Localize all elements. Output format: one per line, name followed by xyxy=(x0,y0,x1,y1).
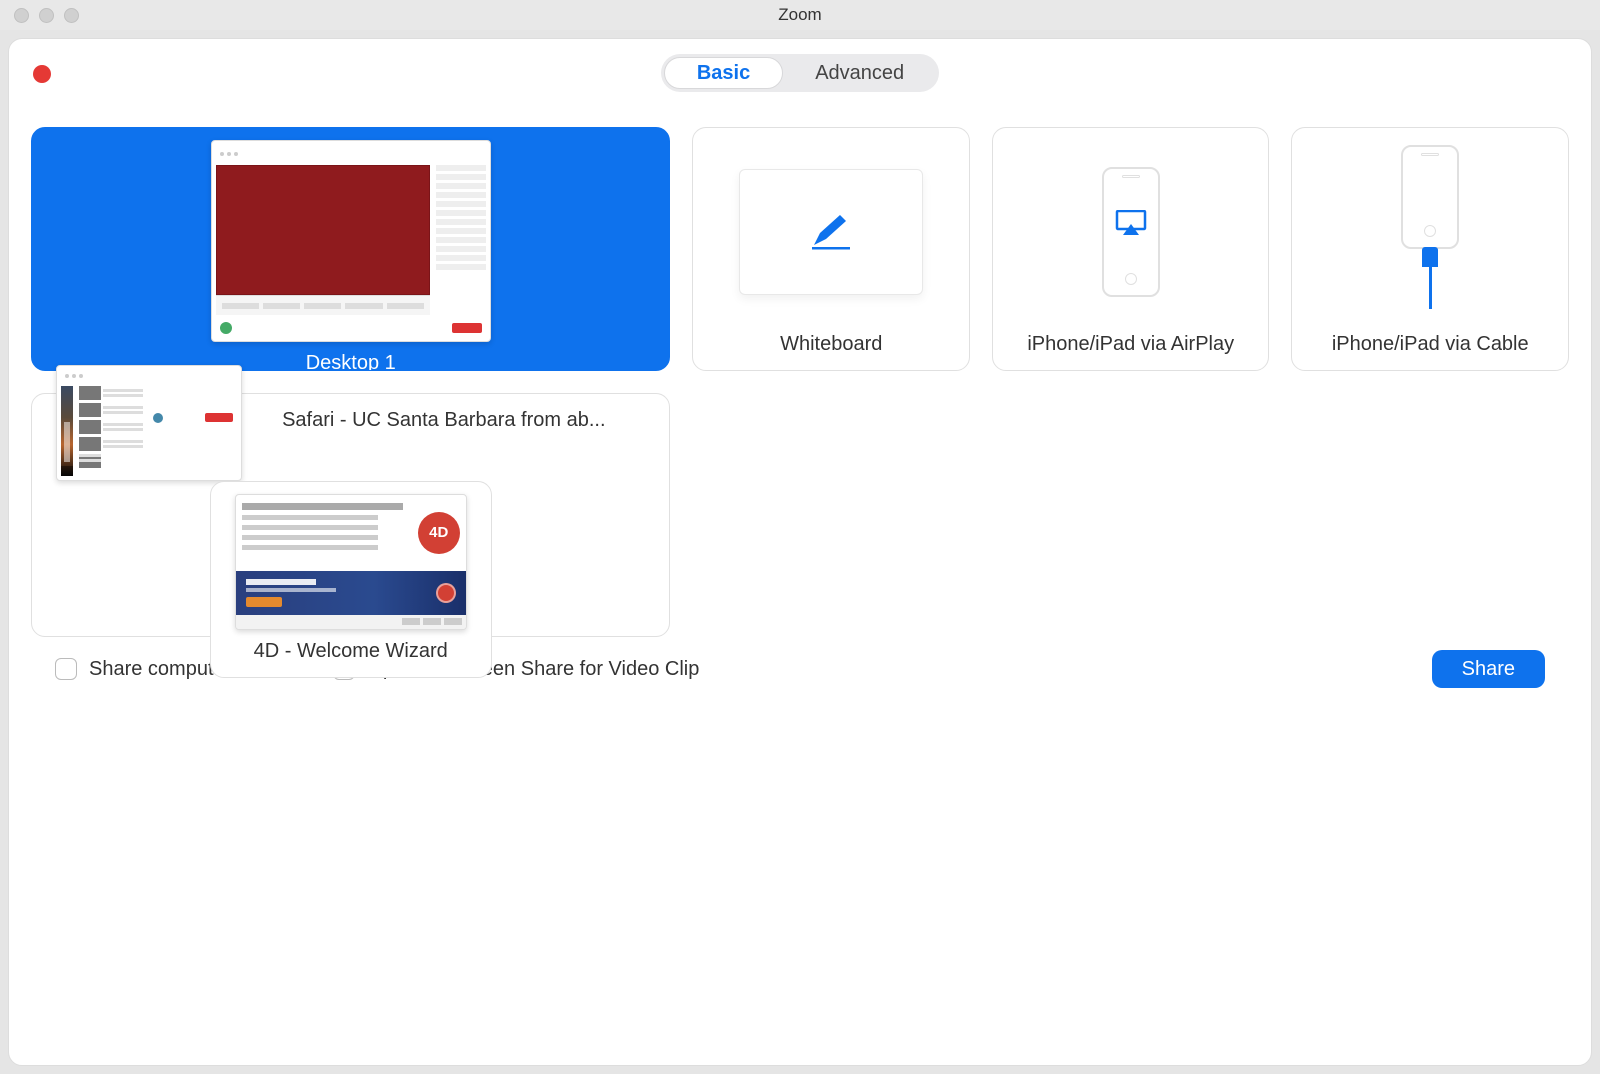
share-option-label: Safari - UC Santa Barbara from ab... xyxy=(242,399,645,446)
safari-preview-icon xyxy=(56,365,242,481)
tab-switcher: Basic Advanced xyxy=(661,54,939,92)
share-options-grid: Desktop 1 Whiteboard xyxy=(31,127,1569,637)
share-option-safari[interactable]: Safari - UC Santa Barbara from ab... 4D xyxy=(31,393,670,637)
window-header: Basic Advanced xyxy=(9,39,1591,107)
share-option-cable[interactable]: iPhone/iPad via Cable xyxy=(1291,127,1569,371)
preview-thumbnail: 4D xyxy=(211,482,491,630)
share-option-label: 4D - Welcome Wizard xyxy=(219,630,482,677)
cable-plug-icon xyxy=(1422,247,1438,267)
desktop-preview-icon xyxy=(211,140,491,342)
tab-advanced[interactable]: Advanced xyxy=(783,57,936,89)
tab-basic[interactable]: Basic xyxy=(664,57,783,89)
phone-cable-icon xyxy=(1401,145,1459,309)
fourd-preview-icon: 4D xyxy=(235,494,467,630)
preview-thumbnail xyxy=(32,128,669,342)
pen-icon xyxy=(808,213,854,251)
share-button[interactable]: Share xyxy=(1432,650,1545,688)
recording-indicator-icon xyxy=(33,65,51,83)
close-window-icon[interactable] xyxy=(14,8,29,23)
zoom-window-icon[interactable] xyxy=(64,8,79,23)
preview-thumbnail xyxy=(993,128,1269,323)
share-option-desktop[interactable]: Desktop 1 xyxy=(31,127,670,371)
window-title: Zoom xyxy=(778,5,821,25)
preview-thumbnail xyxy=(693,128,969,323)
checkbox-icon xyxy=(55,658,77,680)
share-option-label: Whiteboard xyxy=(702,323,961,370)
airplay-icon xyxy=(1115,210,1147,241)
share-option-label: iPhone/iPad via AirPlay xyxy=(1001,323,1260,370)
share-option-4d[interactable]: 4D 4D - Welcome Wizard xyxy=(210,481,492,678)
preview-thumbnail xyxy=(1292,128,1568,323)
share-window: Basic Advanced xyxy=(8,38,1592,1066)
minimize-window-icon[interactable] xyxy=(39,8,54,23)
phone-airplay-icon xyxy=(1102,167,1160,297)
share-option-whiteboard[interactable]: Whiteboard xyxy=(692,127,970,371)
content-area: Desktop 1 Whiteboard xyxy=(9,107,1591,1065)
preview-thumbnail: Safari - UC Santa Barbara from ab... xyxy=(32,353,669,481)
share-option-airplay[interactable]: iPhone/iPad via AirPlay xyxy=(992,127,1270,371)
share-option-label: iPhone/iPad via Cable xyxy=(1301,323,1560,370)
window-controls xyxy=(14,8,79,23)
titlebar: Zoom xyxy=(0,0,1600,30)
whiteboard-icon xyxy=(739,169,923,295)
